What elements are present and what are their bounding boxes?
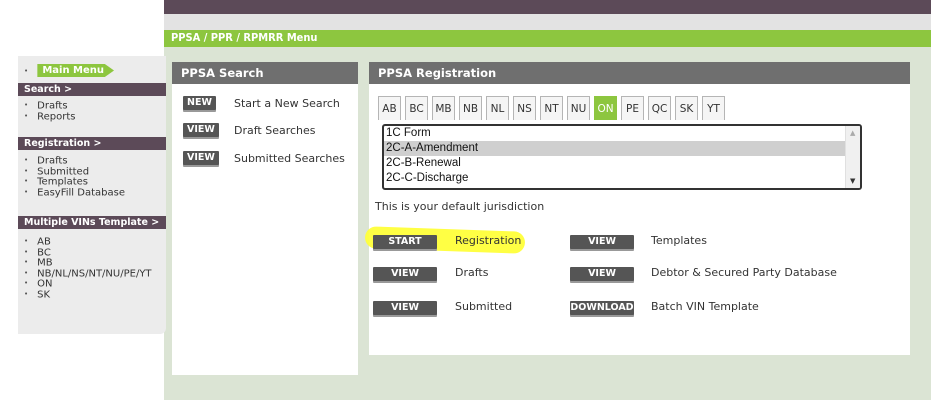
sidebar: • Main Menu Search > Drafts Reports Regi… (18, 56, 166, 334)
sidebar-search-list: Drafts Reports (24, 100, 76, 122)
view-debtor-database-button[interactable]: VIEW (570, 267, 634, 281)
ppsa-search-panel: PPSA Search NEW Start a New Search VIEW … (172, 62, 358, 375)
debtor-database-label: Debtor & Secured Party Database (651, 266, 837, 279)
sidebar-item-vin-sk[interactable]: SK (24, 289, 152, 299)
tab-pe[interactable]: PE (621, 96, 644, 120)
sidebar-item-search-drafts[interactable]: Drafts (24, 100, 76, 111)
templates-label: Templates (651, 234, 707, 247)
breadcrumb: PPSA / PPR / RPMRR Menu (171, 31, 318, 44)
sidebar-item-vin-on[interactable]: ON (24, 278, 152, 289)
form-option-2c-b[interactable]: 2C-B-Renewal (384, 156, 845, 171)
tab-on[interactable]: ON (594, 96, 617, 120)
view-templates-button[interactable]: VIEW (570, 235, 634, 249)
tab-nu[interactable]: NU (567, 96, 590, 120)
download-batch-vin-button[interactable]: DOWNLOAD (570, 301, 634, 315)
view-submitted-button[interactable]: VIEW (373, 301, 437, 315)
new-search-button[interactable]: NEW (183, 96, 216, 110)
form-listbox[interactable]: 1C Form 2C-A-Amendment 2C-B-Renewal 2C-C… (382, 124, 862, 190)
tab-bc[interactable]: BC (405, 96, 428, 120)
draft-searches-label: Draft Searches (234, 123, 316, 137)
view-drafts-button[interactable]: VIEW (373, 267, 437, 281)
listbox-scrollbar[interactable]: ▲ ▼ (845, 126, 860, 188)
scroll-up-icon[interactable]: ▲ (850, 129, 855, 137)
tab-ns[interactable]: NS (513, 96, 536, 120)
search-row-submitted: VIEW Submitted Searches (183, 150, 345, 166)
form-option-1c[interactable]: 1C Form (384, 126, 845, 141)
registration-label: Registration (455, 234, 522, 247)
drafts-label: Drafts (455, 266, 489, 279)
sub-bar (164, 14, 931, 30)
sidebar-vins-heading[interactable]: Multiple VINs Template > (18, 216, 166, 229)
breadcrumb-bar: PPSA / PPR / RPMRR Menu (164, 30, 931, 47)
sidebar-item-reg-easyfill[interactable]: EasyFill Database (24, 187, 125, 197)
tab-yt[interactable]: YT (702, 96, 725, 120)
tab-nt[interactable]: NT (540, 96, 563, 120)
sidebar-item-vin-nb-group[interactable]: NB/NL/NS/NT/NU/PE/YT (24, 268, 151, 278)
main-menu-link[interactable]: Main Menu (37, 64, 115, 77)
form-option-2c-a[interactable]: 2C-A-Amendment (384, 141, 845, 156)
jurisdiction-tabs: AB BC MB NB NL NS NT NU ON PE QC SK YT (378, 96, 725, 120)
tab-ab[interactable]: AB (378, 96, 401, 120)
sidebar-item-vin-bc[interactable]: BC (24, 247, 152, 257)
tab-qc[interactable]: QC (648, 96, 671, 120)
tab-nb[interactable]: NB (459, 96, 482, 120)
sidebar-vins-list: AB BC MB NB/NL/NS/NT/NU/PE/YT ON SK (24, 236, 152, 300)
tab-nl[interactable]: NL (486, 96, 509, 120)
sidebar-item-reg-drafts[interactable]: Drafts (24, 155, 125, 166)
sidebar-item-reg-submitted[interactable]: Submitted (24, 166, 125, 176)
batch-vin-template-label: Batch VIN Template (651, 300, 759, 313)
view-submitted-searches-button[interactable]: VIEW (183, 151, 219, 165)
start-registration-button[interactable]: START (373, 235, 437, 249)
tab-mb[interactable]: MB (432, 96, 455, 120)
main-menu-item[interactable]: • Main Menu (24, 64, 115, 77)
default-jurisdiction-note: This is your default jurisdiction (375, 200, 545, 213)
sidebar-registration-list: Drafts Submitted Templates EasyFill Data… (24, 155, 125, 198)
submitted-searches-label: Submitted Searches (234, 151, 345, 165)
new-search-label: Start a New Search (234, 96, 340, 110)
form-option-2c-c[interactable]: 2C-C-Discharge (384, 171, 845, 186)
search-row-new: NEW Start a New Search (183, 95, 340, 111)
sidebar-item-search-reports[interactable]: Reports (24, 111, 75, 121)
view-draft-searches-button[interactable]: VIEW (183, 123, 219, 137)
sidebar-item-reg-templates[interactable]: Templates (24, 176, 125, 187)
ppsa-registration-title: PPSA Registration (369, 62, 910, 84)
sidebar-registration-heading[interactable]: Registration > (18, 137, 166, 150)
ppsa-search-title: PPSA Search (172, 62, 358, 84)
submitted-label: Submitted (455, 300, 513, 313)
search-row-drafts: VIEW Draft Searches (183, 122, 316, 138)
scroll-down-icon[interactable]: ▼ (850, 177, 855, 185)
tab-sk[interactable]: SK (675, 96, 698, 120)
sidebar-search-heading[interactable]: Search > (18, 83, 166, 96)
sidebar-item-vin-mb[interactable]: MB (24, 257, 152, 268)
top-bar (164, 0, 931, 14)
sidebar-item-vin-ab[interactable]: AB (24, 236, 152, 247)
